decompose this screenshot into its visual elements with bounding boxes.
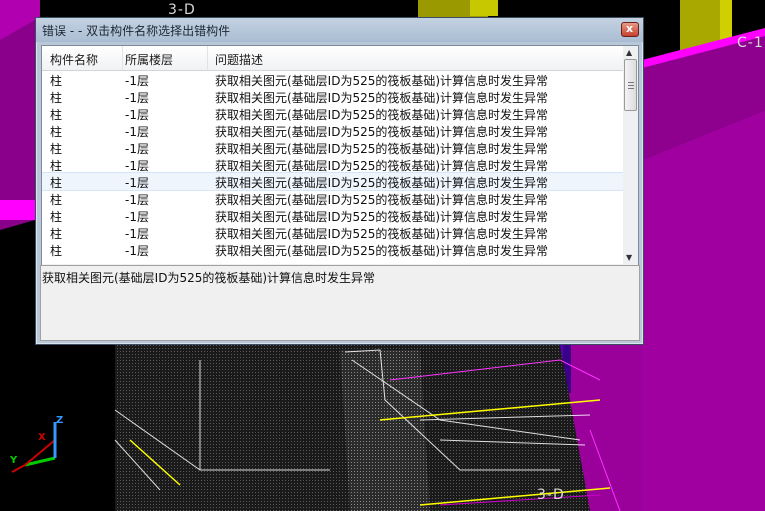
cell-description: 获取相关图元(基础层ID为525的筏板基础)计算信息时发生异常 (215, 142, 549, 156)
list-row[interactable]: 柱 -1层 获取相关图元(基础层ID为525的筏板基础)计算信息时发生异常 (42, 88, 623, 105)
axis-z-label: Z (56, 415, 64, 426)
error-detail-box[interactable]: 获取相关图元(基础层ID为525的筏板基础)计算信息时发生异常 (40, 265, 640, 341)
list-row[interactable]: 柱 -1层 获取相关图元(基础层ID为525的筏板基础)计算信息时发生异常 (42, 207, 623, 224)
cell-floor: -1层 (125, 193, 149, 207)
cell-description: 获取相关图元(基础层ID为525的筏板基础)计算信息时发生异常 (215, 210, 549, 224)
cell-name: 柱 (50, 193, 63, 207)
list-row[interactable]: 柱 -1层 获取相关图元(基础层ID为525的筏板基础)计算信息时发生异常 (42, 122, 623, 139)
column-header-description[interactable]: 问题描述 (215, 51, 263, 68)
cell-floor: -1层 (125, 210, 149, 224)
cell-name: 柱 (50, 227, 63, 241)
cell-name: 柱 (50, 142, 63, 156)
cell-name: 柱 (50, 125, 63, 139)
scroll-down-arrow-icon[interactable]: ▼ (626, 253, 632, 262)
cell-name: 柱 (50, 176, 63, 190)
axis-x-label: X (38, 432, 46, 443)
cell-description: 获取相关图元(基础层ID为525的筏板基础)计算信息时发生异常 (215, 244, 549, 258)
cell-description: 获取相关图元(基础层ID为525的筏板基础)计算信息时发生异常 (215, 227, 549, 241)
grip-line (628, 85, 634, 86)
viewport-label-c1: C-1 (737, 35, 764, 51)
cell-name: 柱 (50, 210, 63, 224)
list-row[interactable]: 柱 -1层 获取相关图元(基础层ID为525的筏板基础)计算信息时发生异常 (42, 71, 623, 88)
vertical-scrollbar[interactable]: ▲ ▼ (623, 46, 638, 264)
cell-floor: -1层 (125, 244, 149, 258)
cell-floor: -1层 (125, 74, 149, 88)
list-row-selected[interactable]: 柱 -1层 获取相关图元(基础层ID为525的筏板基础)计算信息时发生异常 (42, 172, 623, 191)
vertical-scroll-thumb[interactable] (624, 59, 637, 111)
close-icon: x (626, 22, 634, 35)
list-row[interactable]: 柱 -1层 获取相关图元(基础层ID为525的筏板基础)计算信息时发生异常 (42, 241, 623, 258)
column-divider[interactable] (207, 46, 208, 70)
dialog-title: 错误 - - 双击构件名称选择出错构件 (42, 24, 231, 38)
error-detail-text: 获取相关图元(基础层ID为525的筏板基础)计算信息时发生异常 (42, 271, 376, 285)
cell-description: 获取相关图元(基础层ID为525的筏板基础)计算信息时发生异常 (215, 74, 549, 88)
cell-name: 柱 (50, 159, 63, 173)
list-row[interactable]: 柱 -1层 获取相关图元(基础层ID为525的筏板基础)计算信息时发生异常 (42, 139, 623, 156)
cell-floor: -1层 (125, 125, 149, 139)
list-row[interactable]: 柱 -1层 获取相关图元(基础层ID为525的筏板基础)计算信息时发生异常 (42, 156, 623, 173)
dialog-titlebar[interactable]: 错误 - - 双击构件名称选择出错构件 x (36, 18, 643, 42)
error-list[interactable]: 构件名称 所属楼层 问题描述 柱 -1层 获取相关图元(基础层ID为525的筏板… (41, 45, 639, 282)
cell-name: 柱 (50, 91, 63, 105)
cell-floor: -1层 (125, 159, 149, 173)
grip-line (628, 88, 634, 89)
cell-floor: -1层 (125, 91, 149, 105)
error-dialog: 错误 - - 双击构件名称选择出错构件 x 构件名称 所属楼层 问题描述 柱 -… (35, 17, 644, 345)
cell-floor: -1层 (125, 142, 149, 156)
list-row[interactable]: 柱 -1层 获取相关图元(基础层ID为525的筏板基础)计算信息时发生异常 (42, 224, 623, 241)
cell-description: 获取相关图元(基础层ID为525的筏板基础)计算信息时发生异常 (215, 176, 549, 190)
viewport-label-3d-top: 3-D (168, 2, 196, 18)
cell-description: 获取相关图元(基础层ID为525的筏板基础)计算信息时发生异常 (215, 108, 549, 122)
cell-name: 柱 (50, 108, 63, 122)
column-header-floor[interactable]: 所属楼层 (125, 51, 173, 68)
cell-description: 获取相关图元(基础层ID为525的筏板基础)计算信息时发生异常 (215, 91, 549, 105)
cell-name: 柱 (50, 244, 63, 258)
column-divider[interactable] (122, 46, 123, 70)
viewport-label-3d-bottom: 3-D (537, 487, 565, 503)
scroll-up-arrow-icon[interactable]: ▲ (626, 48, 632, 57)
axis-y-label: Y (10, 455, 18, 466)
column-header-name[interactable]: 构件名称 (50, 51, 98, 68)
close-button[interactable]: x (621, 22, 639, 37)
list-header: 构件名称 所属楼层 问题描述 (42, 46, 623, 71)
list-rows: 柱 -1层 获取相关图元(基础层ID为525的筏板基础)计算信息时发生异常 柱 … (42, 71, 623, 263)
cell-floor: -1层 (125, 176, 149, 190)
list-row[interactable]: 柱 -1层 获取相关图元(基础层ID为525的筏板基础)计算信息时发生异常 (42, 190, 623, 207)
cell-description: 获取相关图元(基础层ID为525的筏板基础)计算信息时发生异常 (215, 125, 549, 139)
cell-floor: -1层 (125, 108, 149, 122)
cell-description: 获取相关图元(基础层ID为525的筏板基础)计算信息时发生异常 (215, 159, 549, 173)
list-row[interactable]: 柱 -1层 获取相关图元(基础层ID为525的筏板基础)计算信息时发生异常 (42, 105, 623, 122)
cell-floor: -1层 (125, 227, 149, 241)
cell-description: 获取相关图元(基础层ID为525的筏板基础)计算信息时发生异常 (215, 193, 549, 207)
cell-name: 柱 (50, 74, 63, 88)
grip-line (628, 82, 634, 83)
